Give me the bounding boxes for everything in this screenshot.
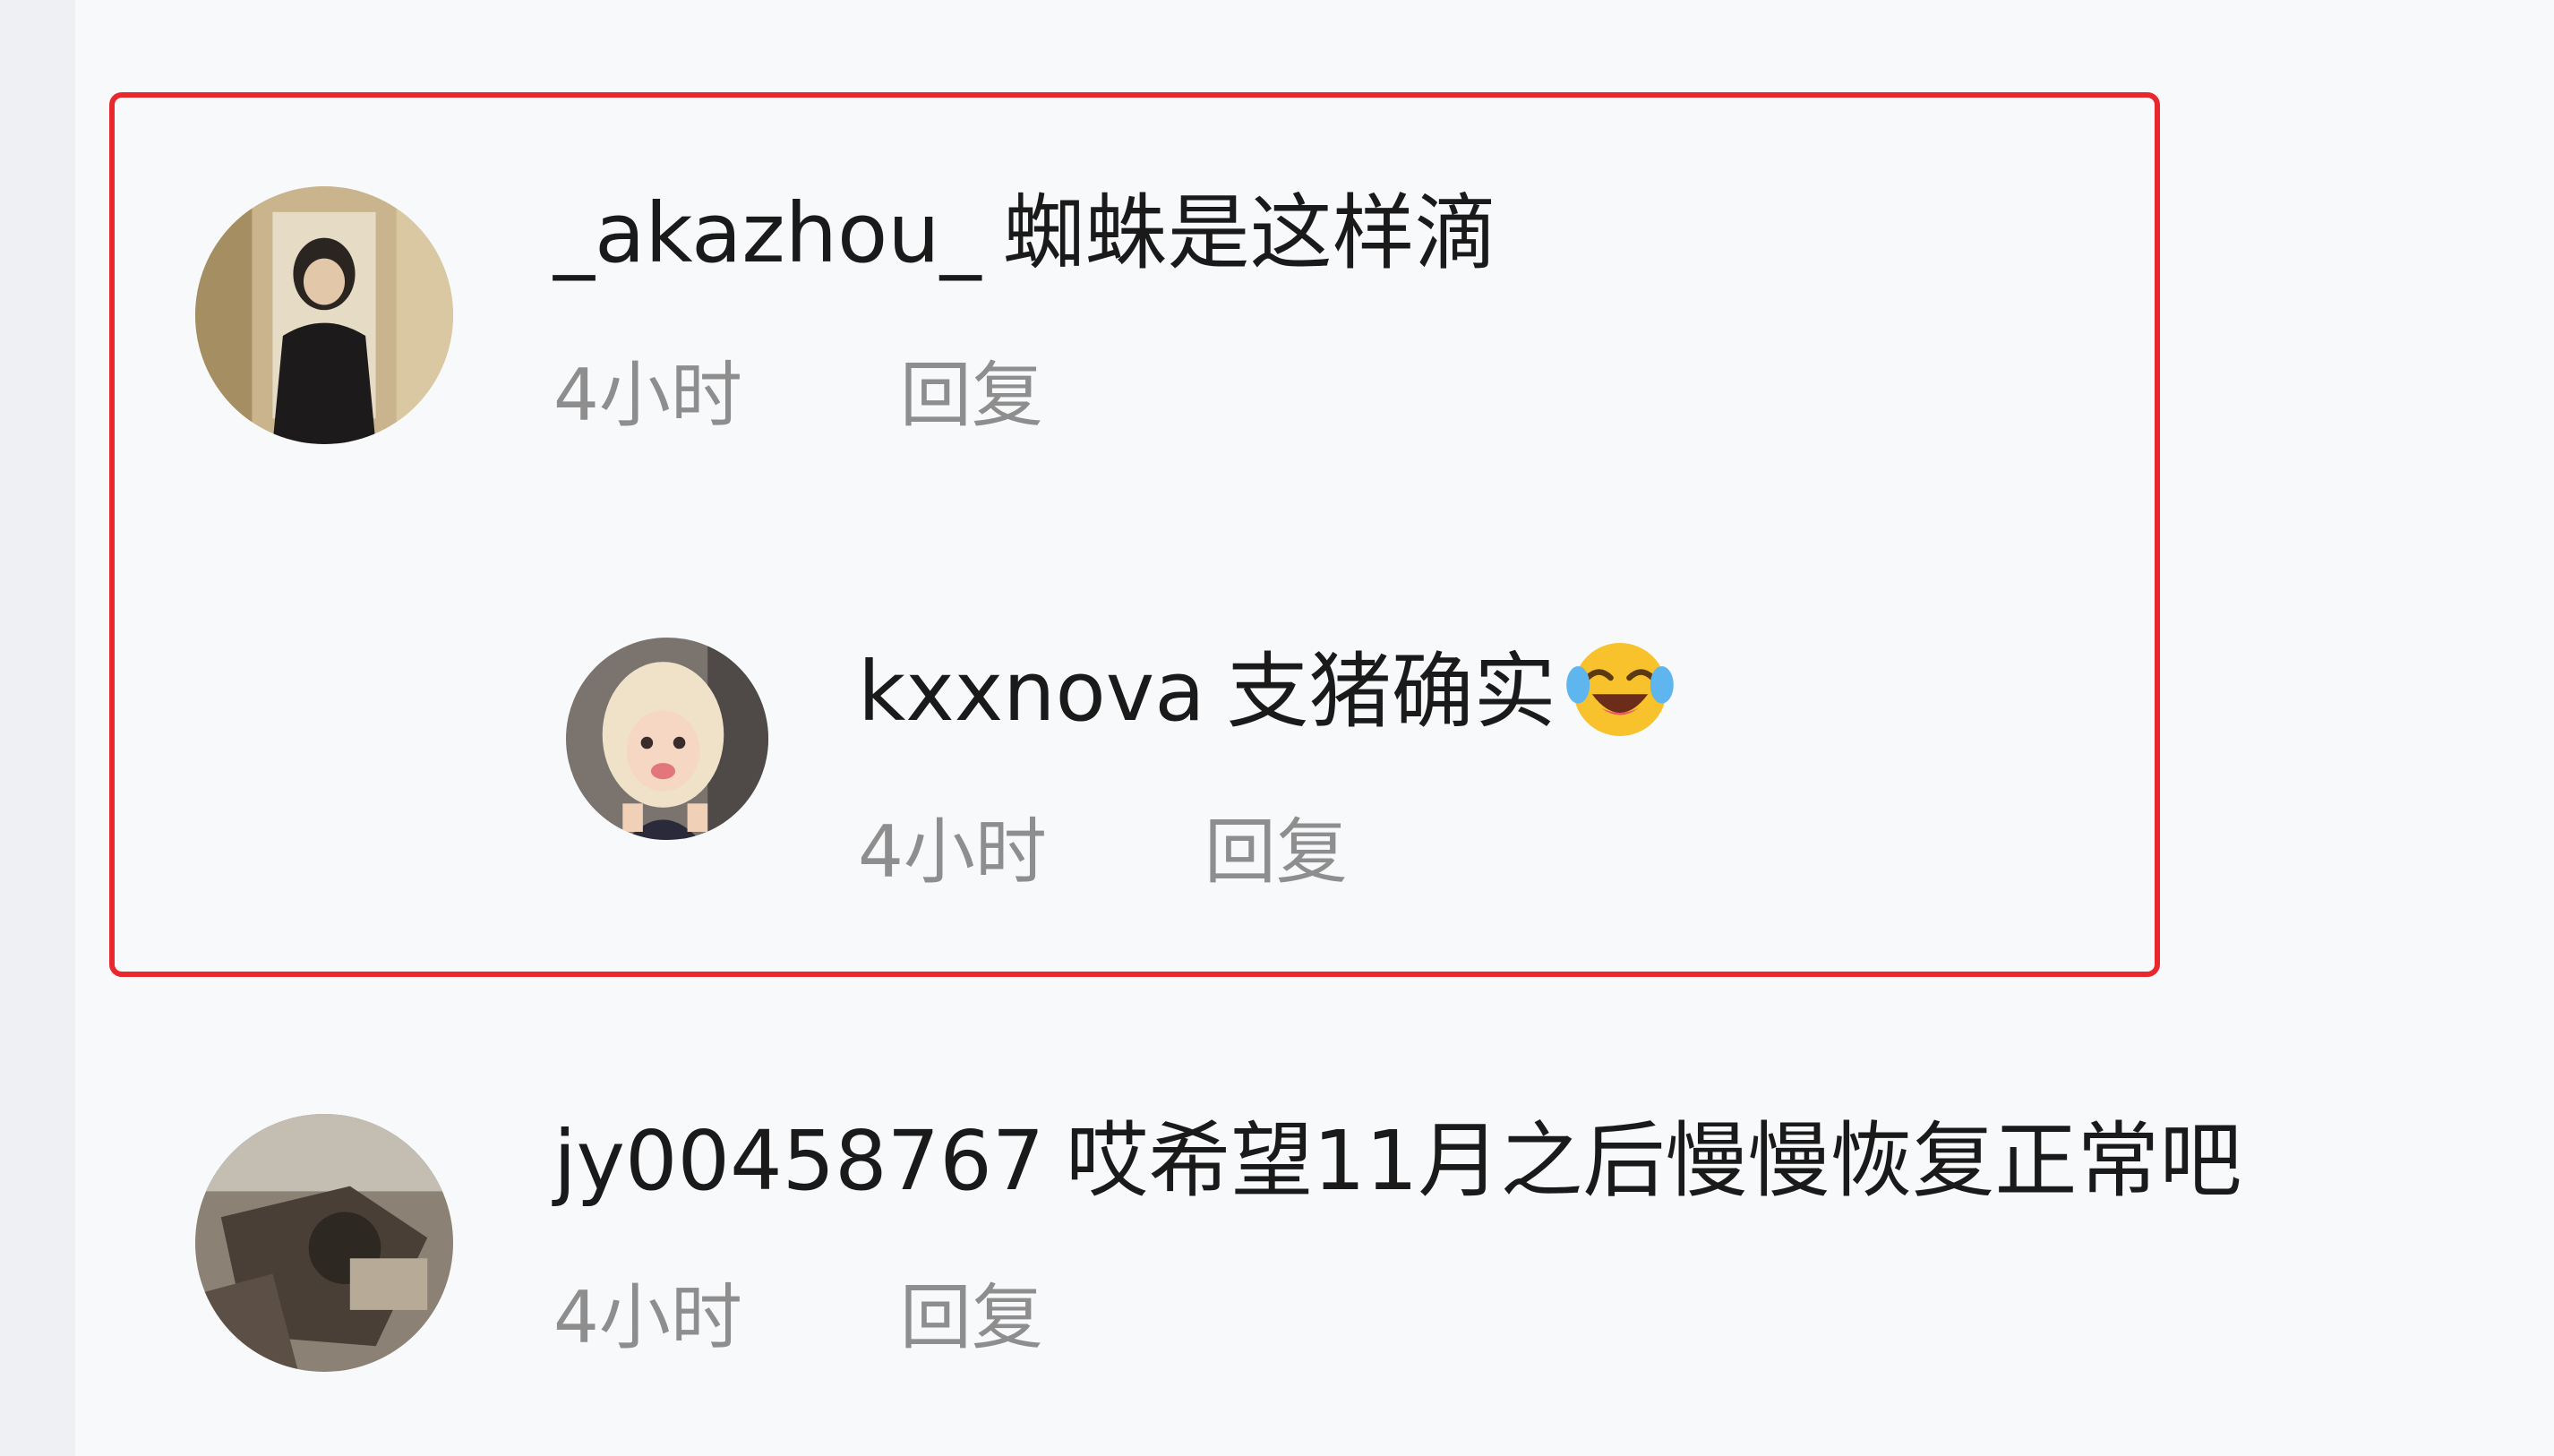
- comment-body: 蜘蛛是这样滴: [1002, 185, 1497, 281]
- comment-username[interactable]: kxxnova: [858, 644, 1205, 740]
- avatar[interactable]: [195, 186, 453, 444]
- left-edge-panel: [0, 0, 75, 1456]
- avatar-image: [195, 186, 453, 444]
- avatar[interactable]: [195, 1114, 453, 1372]
- comment-time: 4小时: [858, 810, 1047, 894]
- comment-section: _akazhou_ 蜘蛛是这样滴 4小时 回复 kxxnova 支猪确实 4小时…: [0, 0, 2554, 1456]
- comment-body: 支猪确实: [1226, 644, 1556, 740]
- comment-time: 4小时: [553, 354, 742, 437]
- comment-username[interactable]: _akazhou_: [553, 185, 981, 281]
- reply-button[interactable]: 回复: [900, 354, 1043, 437]
- comment-body: 哎希望11月之后慢慢恢复正常吧: [1066, 1113, 2242, 1209]
- avatar[interactable]: [566, 638, 768, 840]
- comment-text: jy00458767 哎希望11月之后慢慢恢复正常吧: [553, 1112, 2241, 1211]
- reply-button[interactable]: 回复: [1204, 810, 1348, 894]
- avatar-image: [566, 638, 768, 840]
- avatar-image: [195, 1114, 453, 1372]
- comment-meta: 4小时 回复: [553, 1275, 1043, 1361]
- reply-button[interactable]: 回复: [900, 1276, 1043, 1359]
- comment-time: 4小时: [553, 1276, 742, 1359]
- tears-of-joy-emoji-icon: [1562, 631, 1678, 748]
- comment-meta: 4小时 回复: [553, 353, 1043, 439]
- reply-meta: 4小时 回复: [858, 809, 1348, 895]
- reply-text: kxxnova 支猪确实: [858, 642, 1678, 748]
- comment-text: _akazhou_ 蜘蛛是这样滴: [553, 184, 1497, 283]
- comment-username[interactable]: jy00458767: [553, 1113, 1044, 1209]
